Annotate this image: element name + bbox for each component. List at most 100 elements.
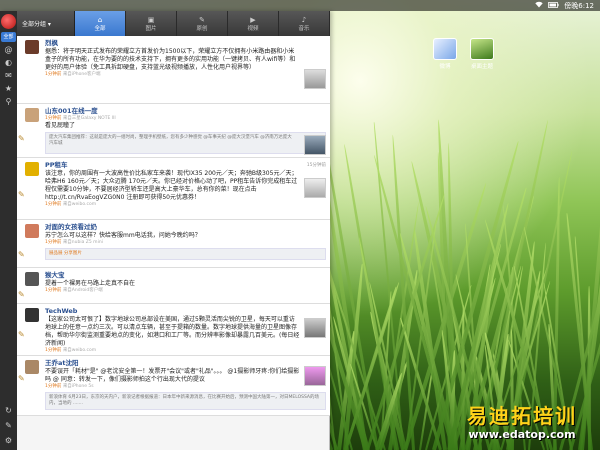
- tab-label: 视频: [247, 25, 259, 32]
- weibo-app-icon: [433, 38, 457, 60]
- post-meta: 1分钟前 来自nubia Z5 mini: [45, 240, 326, 246]
- post-author[interactable]: 山东001在线一度: [45, 107, 326, 116]
- status-clock: 傍晚6:12: [564, 1, 594, 10]
- post-author[interactable]: PP租车: [45, 161, 326, 170]
- tab-label: 原创: [196, 25, 208, 32]
- original-icon: ✎: [199, 15, 205, 24]
- desktop-icon-theme[interactable]: 桌面主题: [467, 38, 497, 70]
- tab-image[interactable]: ▣ 图片: [126, 11, 177, 36]
- post-text: 据悉：将于明天正式发布的荣耀立方首发价为1500以下，荣耀立方不仅拥有小米路由器…: [45, 48, 296, 71]
- music-icon: ♪: [301, 15, 307, 24]
- mail-icon[interactable]: ✉: [3, 71, 15, 81]
- feed-post[interactable]: ✎ 对面的女孩看过奶 苏宁怎么可以这样？快给客服mm电话我，问她今晚约吗？ 1分…: [17, 220, 330, 268]
- timeline-feed[interactable]: 烈枫 据悉：将于明天正式发布的荣耀立方首发价为1500以下，荣耀立方不仅拥有小米…: [17, 36, 330, 450]
- post-thumbnail[interactable]: [304, 318, 326, 338]
- post-meta: 1分钟前 来自weibo.com: [45, 348, 326, 354]
- post-time-right: 15分钟前: [306, 163, 326, 168]
- search-icon[interactable]: ⚲: [3, 97, 15, 107]
- avatar[interactable]: [25, 40, 39, 54]
- post-thumbnail[interactable]: [304, 366, 326, 386]
- feed-post[interactable]: ✎ 山东001在线一度 1分钟前 来自三星Galaxy NOTE III 看见屁…: [17, 104, 330, 158]
- post-time: 1分钟前: [45, 348, 62, 353]
- post-time: 1分钟前: [45, 288, 62, 293]
- watermark-url: www.edatop.com: [468, 428, 576, 441]
- avatar[interactable]: [25, 224, 39, 238]
- post-source: 来自三星Galaxy NOTE III: [62, 116, 116, 121]
- all-icon: ⌂: [97, 15, 103, 24]
- theme-app-icon: [470, 38, 494, 60]
- weibo-logo-icon[interactable]: [1, 14, 16, 29]
- status-bar: 傍晚6:12: [0, 0, 600, 11]
- clip-icon: ✎: [18, 330, 25, 339]
- clip-icon: ✎: [18, 374, 25, 383]
- post-text: 不要误开「耗材"是" @老沈安全第一！发票开"会议"或者"礼品"。。。 @1摄影…: [45, 368, 300, 383]
- video-icon: ▶: [250, 15, 256, 24]
- post-author[interactable]: 烈枫: [45, 39, 326, 48]
- feed-post[interactable]: ✎ 猴大宝 提着一个裸男在马路上走真不自在 1分钟前 来自Android客户端: [17, 268, 330, 304]
- post-time: 1分钟前: [45, 116, 62, 121]
- compose-icon[interactable]: ✎: [3, 421, 15, 431]
- rail-item-all[interactable]: 全部: [1, 32, 16, 42]
- repost-box[interactable]: 新浪体育 6月23日，东京的天内户，新浪记者根据报道：日本年中新来源消息，在比赛…: [45, 392, 326, 410]
- header-bar: 全部分组 ▾ ⌂ 全部 ▣ 图片 ✎ 原创 ▶ 视频 ♪ 音乐: [17, 11, 330, 36]
- post-text: 该注意，你的周围有一大波高性价比私家车来袭！现代IX35 200元／天；奔驰B级…: [45, 170, 298, 201]
- at-icon[interactable]: @: [3, 45, 15, 55]
- desktop-icon-weibo[interactable]: 微博: [430, 38, 460, 70]
- post-thumbnail[interactable]: [304, 178, 326, 198]
- post-source: 来自iPhone客户端: [62, 72, 101, 77]
- post-author[interactable]: 猴大宝: [45, 271, 326, 280]
- post-source: 来自nubia Z5 mini: [62, 240, 103, 245]
- comment-icon[interactable]: ◐: [3, 58, 15, 68]
- tab-original[interactable]: ✎ 原创: [177, 11, 228, 36]
- weibo-app-window: 全部 @ ◐ ✉ ★ ⚲ ↻ ✎ ⚙ 全部分组 ▾ ⌂ 全部 ▣ 图片 ✎ 原创…: [0, 11, 330, 450]
- avatar[interactable]: [25, 272, 39, 286]
- post-author[interactable]: TechWeb: [45, 307, 326, 316]
- avatar[interactable]: [25, 162, 39, 176]
- feed-post[interactable]: ✎ 15分钟前 PP租车 该注意，你的周围有一大波高性价比私家车来袭！现代IX3…: [17, 158, 330, 220]
- post-source: 来自weibo.com: [62, 348, 97, 353]
- tab-video[interactable]: ▶ 视频: [228, 11, 279, 36]
- avatar[interactable]: [25, 360, 39, 374]
- post-author[interactable]: 王乔at沈阳: [45, 359, 326, 368]
- battery-icon: [548, 1, 559, 10]
- post-thumbnail[interactable]: [304, 69, 326, 89]
- repost-box[interactable]: 庞大汽车集团推荐：这就是庞大的一组时尚，整理手机壁纸，您有多少种感觉 @车事天纪…: [45, 132, 326, 154]
- clip-icon: ✎: [18, 190, 25, 199]
- post-meta: 1分钟前 来自iPhone 5s: [45, 384, 326, 390]
- post-time: 1分钟前: [45, 202, 62, 207]
- feed-post[interactable]: ✎ 王乔at沈阳 不要误开「耗材"是" @老沈安全第一！发票开"会议"或者"礼品…: [17, 356, 330, 416]
- settings-icon[interactable]: ⚙: [3, 436, 15, 446]
- image-icon: ▣: [147, 15, 155, 24]
- post-source: 来自weibo.com: [62, 202, 97, 207]
- desktop-icon-label: 桌面主题: [470, 64, 493, 70]
- post-meta: 1分钟前 来自iPhone客户端: [45, 72, 326, 78]
- post-time: 1分钟前: [45, 72, 62, 77]
- post-time: 1分钟前: [45, 240, 62, 245]
- side-rail: 全部 @ ◐ ✉ ★ ⚲ ↻ ✎ ⚙: [0, 11, 17, 450]
- feed-post[interactable]: 烈枫 据悉：将于明天正式发布的荣耀立方首发价为1500以下，荣耀立方不仅拥有小米…: [17, 36, 330, 104]
- tab-all[interactable]: ⌂ 全部: [75, 11, 126, 36]
- wifi-icon: [535, 1, 543, 10]
- clip-icon: ✎: [18, 134, 25, 143]
- star-icon[interactable]: ★: [3, 84, 15, 94]
- post-text: 看见屁瞳了: [45, 122, 76, 129]
- repost-box[interactable]: 展品展 分享图片: [45, 248, 326, 260]
- feed-post[interactable]: ✎ TechWeb 【这家公司太可恨了】数字地球公司总部设在美国，通过5颗灵活而…: [17, 304, 330, 356]
- repost-thumbnail[interactable]: [304, 135, 326, 155]
- avatar[interactable]: [25, 308, 39, 322]
- clip-icon: ✎: [18, 290, 25, 299]
- post-source: 来自iPhone 5s: [62, 384, 94, 389]
- post-author[interactable]: 对面的女孩看过奶: [45, 223, 326, 232]
- tab-label: 全部: [94, 25, 106, 32]
- post-source: 来自Android客户端: [62, 288, 103, 293]
- post-time: 1分钟前: [45, 384, 62, 389]
- post-text: 提着一个裸男在马路上走真不自在: [45, 280, 136, 287]
- post-meta: 1分钟前 来自Android客户端: [45, 288, 326, 294]
- tab-music[interactable]: ♪ 音乐: [279, 11, 330, 36]
- refresh-icon[interactable]: ↻: [3, 406, 15, 416]
- tab-label: 音乐: [298, 25, 310, 32]
- avatar[interactable]: [25, 108, 39, 122]
- post-text: 【这家公司太可恨了】数字地球公司总部设在美国，通过5颗灵活而尖锐的卫星，每天可以…: [45, 316, 300, 347]
- group-select[interactable]: 全部分组 ▾: [17, 11, 75, 36]
- clip-icon: ✎: [18, 250, 25, 259]
